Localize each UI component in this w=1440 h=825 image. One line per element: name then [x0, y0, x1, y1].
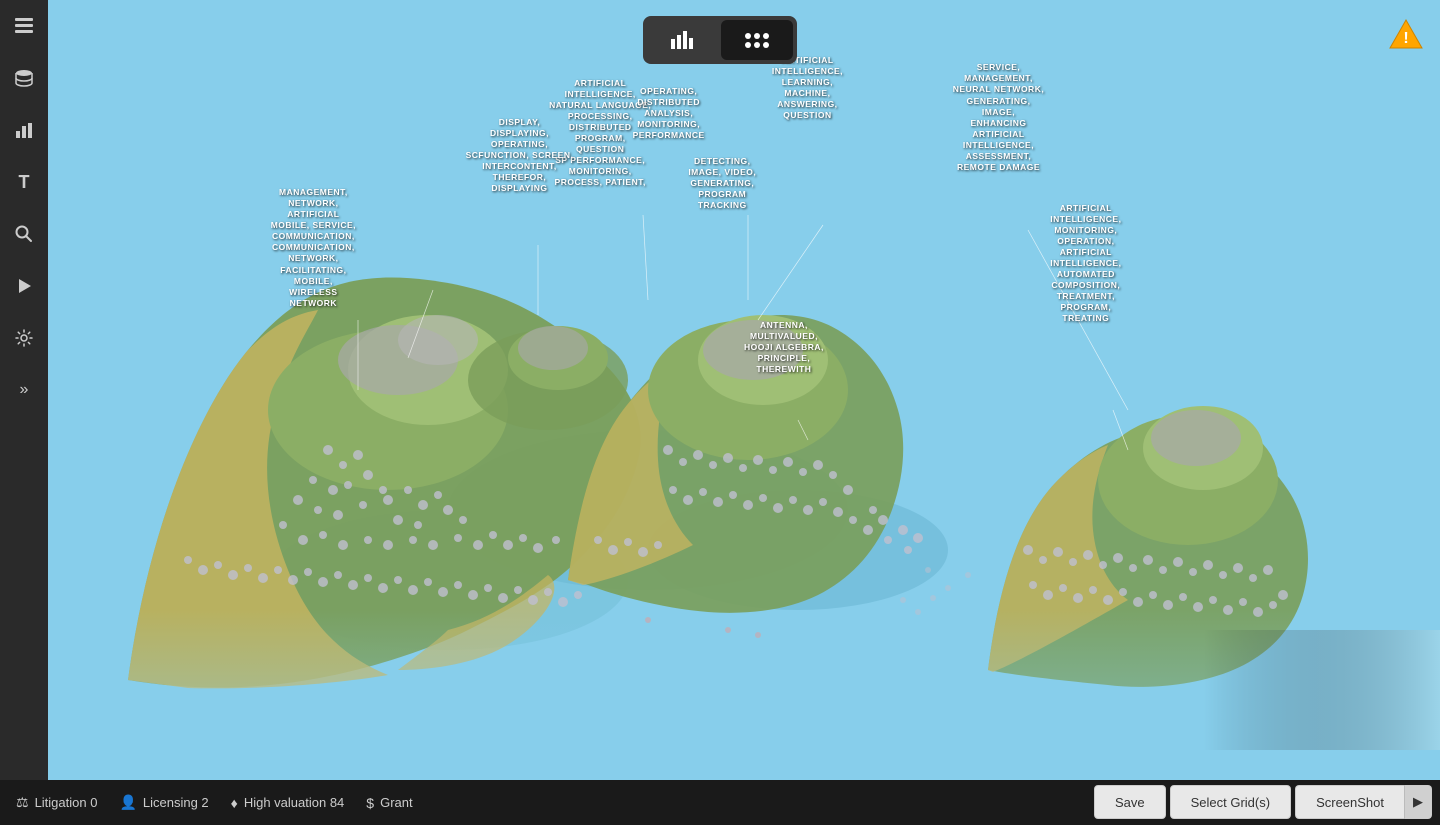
bar-chart-button[interactable]: [647, 20, 717, 60]
scatter-dots-button[interactable]: [721, 20, 793, 60]
text-tool-icon[interactable]: T: [8, 166, 40, 198]
screenshot-dropdown-button[interactable]: ▶: [1404, 785, 1432, 819]
bottom-right-buttons: Save Select Grid(s) ScreenShot ▶: [1094, 785, 1440, 819]
screenshot-button[interactable]: ScreenShot: [1295, 785, 1404, 819]
status-bar: ⚖ Litigation 0 👤 Licensing 2 ♦ High valu…: [0, 780, 1440, 825]
bar-chart-icon: [671, 31, 693, 49]
database-icon[interactable]: [8, 62, 40, 94]
high-valuation-badge: ♦ High valuation 84: [231, 795, 351, 811]
settings-icon[interactable]: [8, 322, 40, 354]
grant-label: Grant: [380, 795, 413, 810]
select-grid-button[interactable]: Select Grid(s): [1170, 785, 1291, 819]
warning-icon[interactable]: !: [1388, 16, 1424, 52]
top-toolbar: [643, 16, 797, 64]
sidebar: T »: [0, 0, 48, 825]
search-icon[interactable]: [8, 218, 40, 250]
grant-badge: $ Grant: [366, 795, 412, 811]
screenshot-button-group: ScreenShot ▶: [1295, 785, 1432, 819]
licensing-label: Licensing 2: [143, 795, 209, 810]
play-icon[interactable]: [8, 270, 40, 302]
valuation-icon: ♦: [231, 795, 238, 811]
litigation-label: Litigation 0: [35, 795, 98, 810]
text-label: T: [19, 172, 30, 193]
licensing-badge: 👤 Licensing 2: [119, 794, 214, 811]
scatter-dots-icon: [745, 28, 769, 52]
expand-label: »: [20, 381, 29, 399]
map-area: ARTIFICIALINTELLIGENCE,NATURAL LANGUAGE,…: [48, 0, 1440, 780]
expand-icon[interactable]: »: [8, 374, 40, 406]
litigation-icon: ⚖: [16, 794, 29, 811]
litigation-badge: ⚖ Litigation 0: [16, 794, 103, 811]
save-button[interactable]: Save: [1094, 785, 1166, 819]
chart-bar-icon[interactable]: [8, 114, 40, 146]
licensing-icon: 👤: [119, 794, 136, 811]
grant-icon: $: [366, 795, 374, 811]
high-valuation-label: High valuation 84: [244, 795, 344, 810]
layers-icon[interactable]: [8, 10, 40, 42]
svg-text:!: !: [1403, 30, 1408, 47]
terrain-visualization: [48, 0, 1440, 780]
